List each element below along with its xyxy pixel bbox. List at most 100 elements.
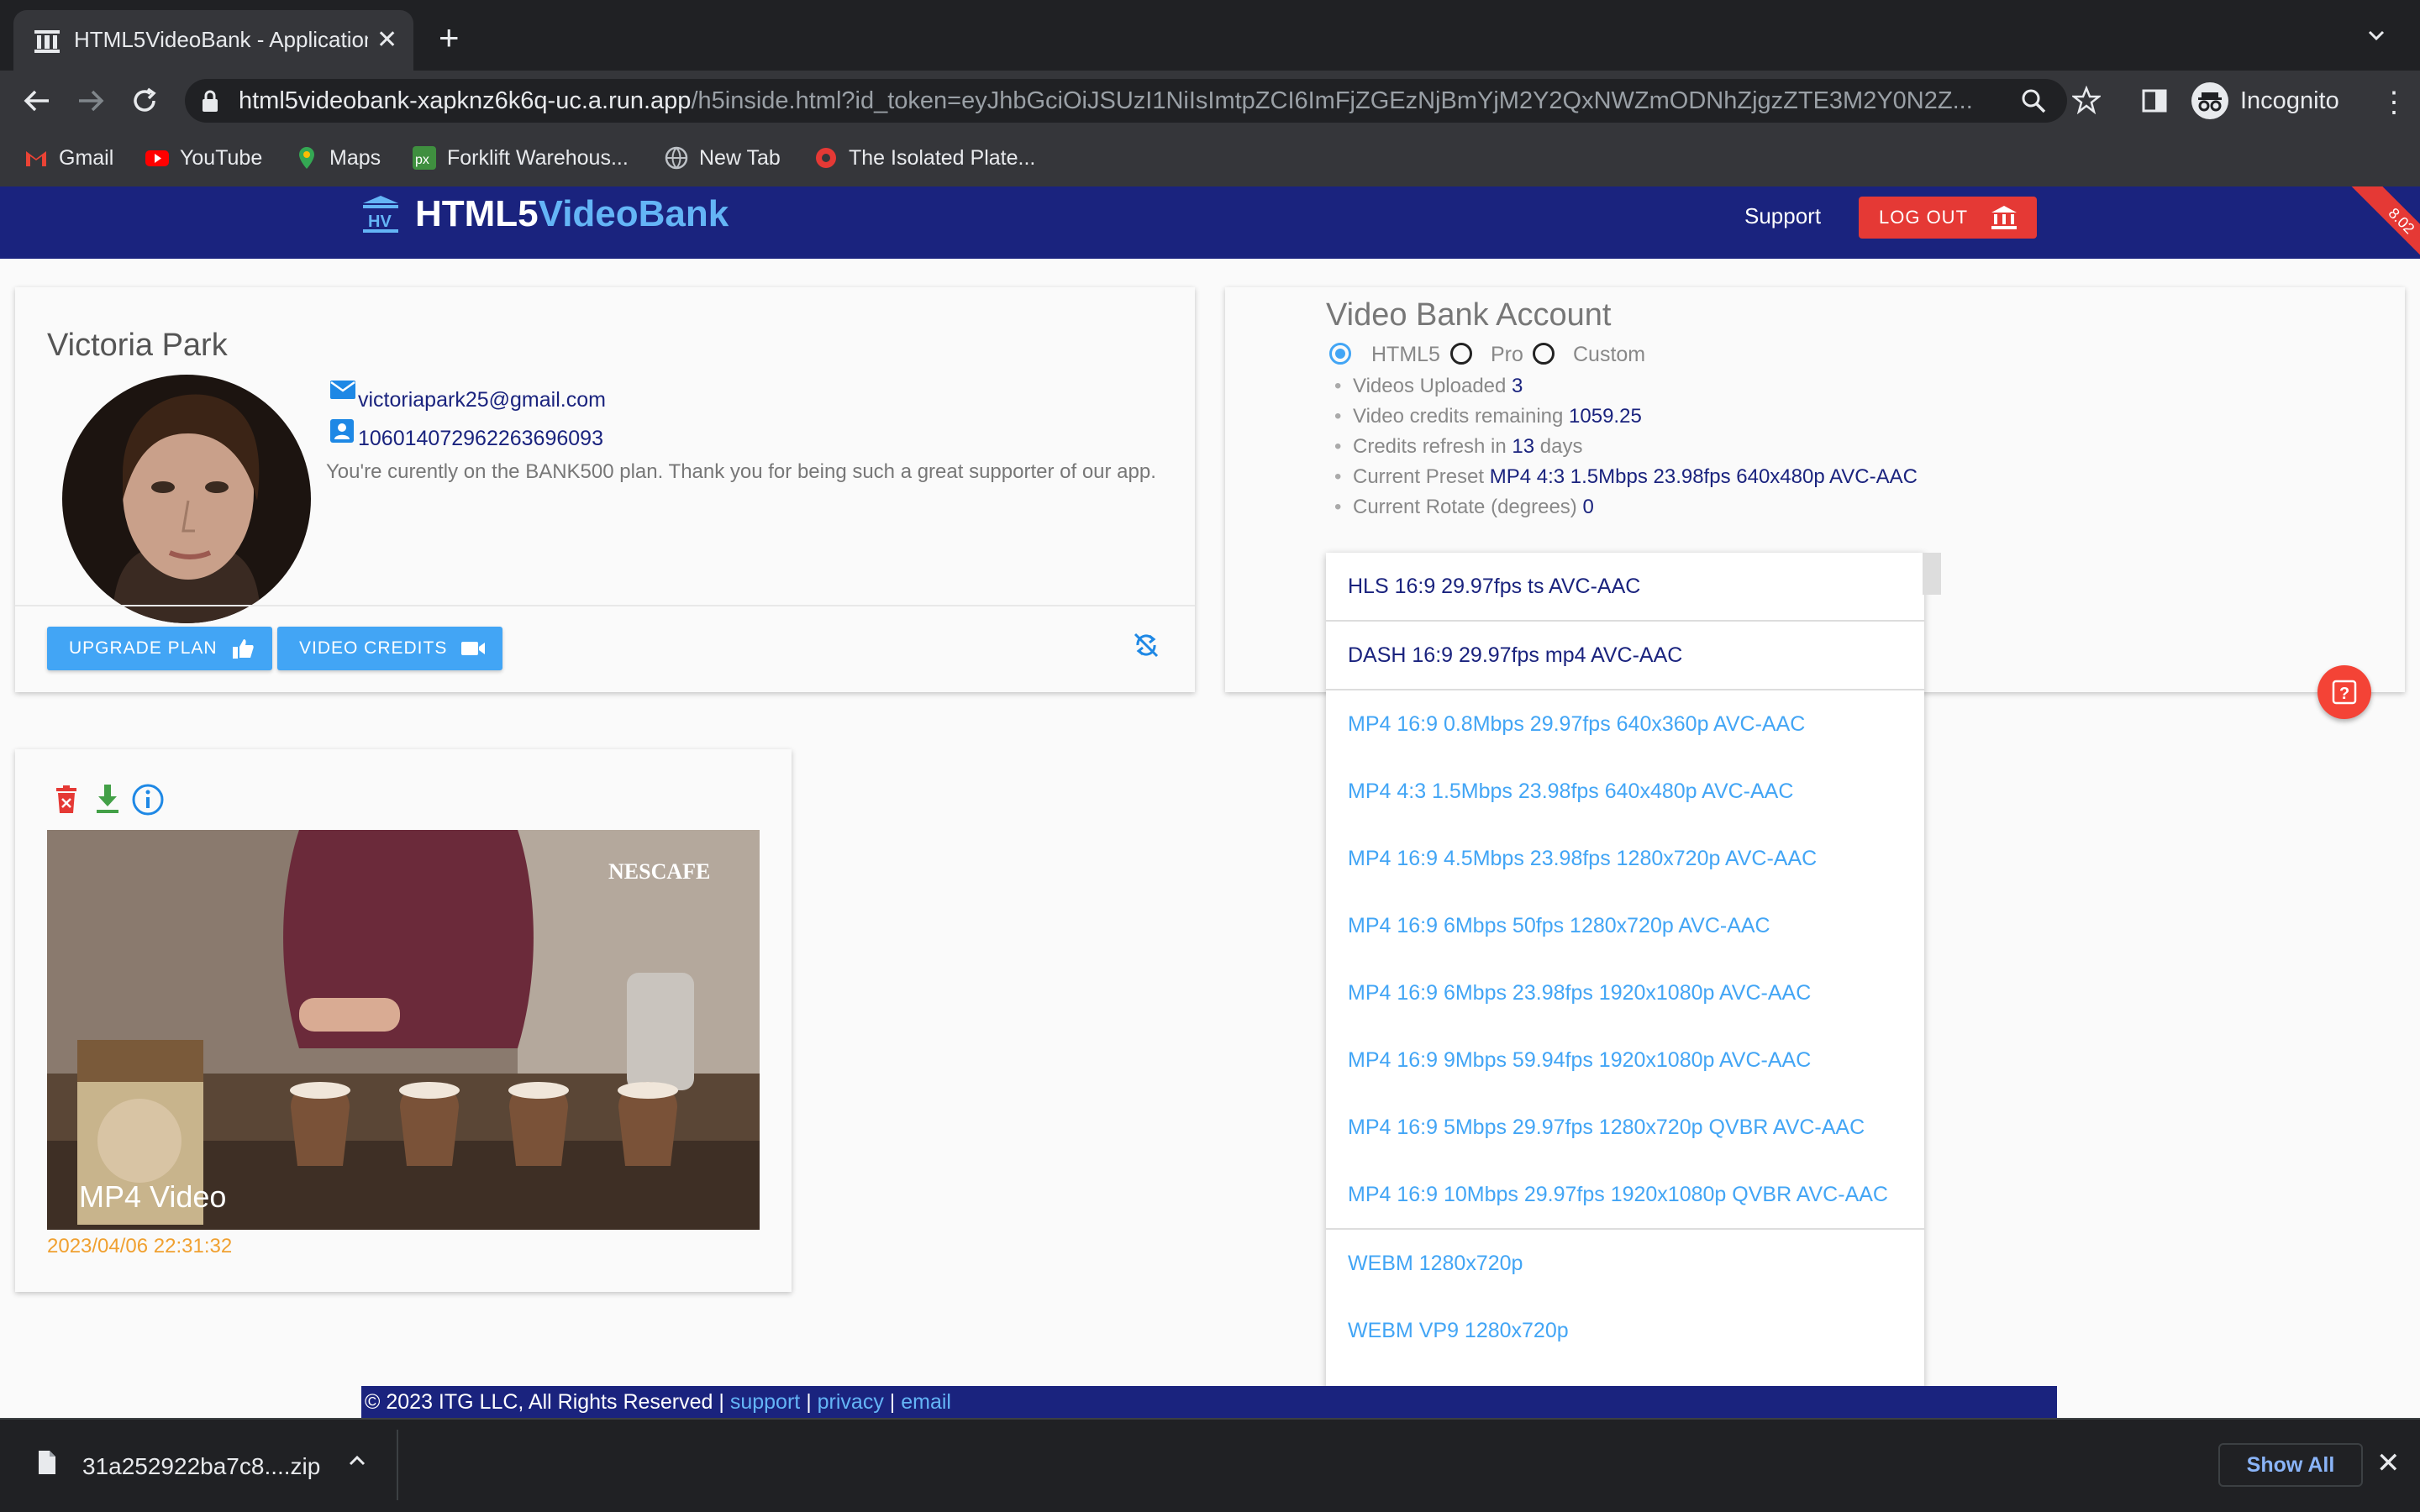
card-divider	[15, 605, 1195, 606]
side-panel-icon[interactable]	[2141, 87, 2168, 114]
plan-radio-custom-label[interactable]: Custom	[1573, 343, 1645, 367]
plan-radio-pro-label[interactable]: Pro	[1491, 343, 1523, 367]
dropdown-option[interactable]: MP4 16:9 6Mbps 50fps 1280x720p AVC-AAC	[1326, 892, 1924, 959]
profile-user-id: 106014072962263696093	[358, 427, 603, 450]
show-all-button[interactable]: Show All	[2218, 1443, 2363, 1487]
support-link[interactable]: Support	[1744, 203, 1821, 229]
stat-rotate: Current Rotate (degrees) 0	[1334, 496, 1594, 519]
dropdown-option[interactable]: MP4 16:9 9Mbps 59.94fps 1920x1080p AVC-A…	[1326, 1026, 1924, 1094]
logout-button[interactable]: LOG OUT	[1859, 197, 2037, 239]
account-title: Video Bank Account	[1326, 297, 1612, 333]
chevron-up-icon[interactable]	[346, 1450, 368, 1472]
bookmark-isolated-plate[interactable]: The Isolated Plate...	[813, 143, 1035, 173]
avatar	[62, 375, 311, 623]
sync-disabled-icon[interactable]	[1131, 630, 1161, 660]
app-logo[interactable]: HTML5VideoBank	[415, 193, 729, 235]
bookmark-gmail[interactable]: Gmail	[24, 143, 113, 173]
footer-sep: |	[889, 1389, 896, 1414]
back-arrow-icon[interactable]	[20, 84, 54, 118]
profile-email[interactable]: victoriapark25@gmail.com	[358, 388, 606, 412]
dropdown-option[interactable]: MP4 16:9 4.5Mbps 23.98fps 1280x720p AVC-…	[1326, 825, 1924, 892]
upgrade-plan-button[interactable]: UPGRADE PLAN	[47, 627, 272, 670]
dropdown-option[interactable]: WEBM VP9 1280x720p	[1326, 1297, 1924, 1364]
svg-text:px: px	[415, 153, 429, 167]
shelf-divider	[397, 1430, 398, 1500]
bank-favicon-icon	[34, 30, 60, 53]
tab-title: HTML5VideoBank - Application	[74, 27, 368, 52]
plan-radio-pro[interactable]	[1450, 343, 1472, 365]
info-icon[interactable]	[131, 783, 165, 816]
forward-arrow-icon[interactable]	[74, 84, 108, 118]
zoom-icon[interactable]	[2020, 87, 2047, 114]
video-type-label: MP4 Video	[79, 1179, 227, 1214]
dropdown-option[interactable]: DASH 16:9 29.97fps mp4 AVC-AAC	[1326, 622, 1924, 689]
video-thumbnail[interactable]: NESCAFE	[47, 830, 760, 1230]
reload-icon[interactable]	[128, 84, 161, 118]
close-icon[interactable]: ✕	[2376, 1446, 2401, 1480]
incognito-icon[interactable]	[2191, 82, 2228, 119]
plate-icon	[816, 148, 836, 168]
thumbs-up-icon	[232, 639, 254, 659]
help-button[interactable]: ?	[2317, 665, 2371, 719]
stat-credits: Video credits remaining 1059.25	[1334, 405, 1642, 428]
user-id-icon	[330, 419, 354, 443]
kebab-menu-icon[interactable]: ⋮	[2380, 86, 2408, 119]
bookmark-new-tab[interactable]: New Tab	[664, 143, 781, 173]
lock-icon[interactable]	[198, 89, 222, 114]
incognito-label[interactable]: Incognito	[2240, 87, 2339, 115]
plan-message: You're curently on the BANK500 plan. Tha…	[326, 460, 1156, 483]
gmail-icon	[26, 151, 46, 166]
bookmark-forklift[interactable]: px Forklift Warehous...	[412, 143, 629, 173]
stat-refresh: Credits refresh in 13 days	[1334, 435, 1583, 459]
logout-label: LOG OUT	[1879, 207, 1969, 228]
preset-dropdown-menu[interactable]: HLS 16:9 29.97fps ts AVC-AAC DASH 16:9 2…	[1326, 553, 1924, 1418]
upgrade-plan-label: UPGRADE PLAN	[69, 638, 218, 658]
nescafe-watermark: NESCAFE	[608, 859, 710, 884]
video-credits-label: VIDEO CREDITS	[299, 638, 448, 658]
video-camera-icon	[461, 642, 486, 655]
plan-radio-html5-label[interactable]: HTML5	[1371, 343, 1440, 367]
video-credits-button[interactable]: VIDEO CREDITS	[277, 627, 502, 670]
px-icon: px	[413, 146, 436, 170]
youtube-icon	[145, 150, 169, 166]
delete-icon[interactable]	[54, 785, 79, 815]
dropdown-scrollbar[interactable]	[1923, 553, 1941, 595]
email-icon	[330, 381, 355, 399]
footer-copyright: © 2023 ITG LLC, All Rights Reserved |	[365, 1389, 724, 1414]
plan-radio-html5[interactable]	[1329, 343, 1351, 365]
stat-preset: Current Preset MP4 4:3 1.5Mbps 23.98fps …	[1334, 465, 1918, 489]
bookmark-star-icon[interactable]	[2072, 86, 2101, 114]
svg-text:HV: HV	[368, 213, 392, 231]
footer: © 2023 ITG LLC, All Rights Reserved | su…	[361, 1386, 2057, 1418]
url-text[interactable]: html5videobank-xapknz6k6q-uc.a.run.app/h…	[239, 87, 2003, 115]
new-tab-icon[interactable]: +	[439, 20, 460, 55]
video-date: 2023/04/06 22:31:32	[47, 1235, 233, 1257]
footer-sep: |	[806, 1389, 812, 1414]
dropdown-option[interactable]: HLS 16:9 29.97fps ts AVC-AAC	[1326, 553, 1924, 620]
file-icon	[39, 1451, 55, 1474]
download-icon[interactable]	[94, 783, 121, 815]
dropdown-option[interactable]: WEBM 1280x720p	[1326, 1230, 1924, 1297]
dropdown-option[interactable]: MP4 4:3 1.5Mbps 23.98fps 640x480p AVC-AA…	[1326, 758, 1924, 825]
plan-radio-custom[interactable]	[1533, 343, 1555, 365]
dropdown-option[interactable]: MP4 16:9 6Mbps 23.98fps 1920x1080p AVC-A…	[1326, 959, 1924, 1026]
tab-search-chevron-icon[interactable]	[2366, 25, 2386, 45]
dropdown-option[interactable]: MP4 16:9 5Mbps 29.97fps 1280x720p QVBR A…	[1326, 1094, 1924, 1161]
tab-close-icon[interactable]: ✕	[376, 25, 397, 55]
dropdown-option[interactable]: MP4 16:9 0.8Mbps 29.97fps 640x360p AVC-A…	[1326, 690, 1924, 758]
bookmark-youtube[interactable]: YouTube	[145, 143, 262, 173]
dropdown-option[interactable]: MP4 16:9 10Mbps 29.97fps 1920x1080p QVBR…	[1326, 1161, 1924, 1228]
svg-text:?: ?	[2339, 685, 2349, 703]
maps-pin-icon	[299, 147, 314, 169]
profile-name: Victoria Park	[47, 328, 228, 363]
bank-icon	[1991, 206, 2018, 229]
footer-email-link[interactable]: email	[901, 1390, 951, 1415]
footer-support-link[interactable]: support	[730, 1390, 800, 1415]
stat-videos-uploaded: Videos Uploaded 3	[1334, 375, 1523, 398]
download-file-name[interactable]: 31a252922ba7c8....zip	[82, 1453, 320, 1480]
bank-logo-icon: HV	[363, 196, 398, 233]
globe-icon	[665, 146, 688, 170]
help-question-icon: ?	[2332, 680, 2357, 705]
bookmark-maps[interactable]: Maps	[294, 143, 381, 173]
footer-privacy-link[interactable]: privacy	[818, 1390, 884, 1415]
